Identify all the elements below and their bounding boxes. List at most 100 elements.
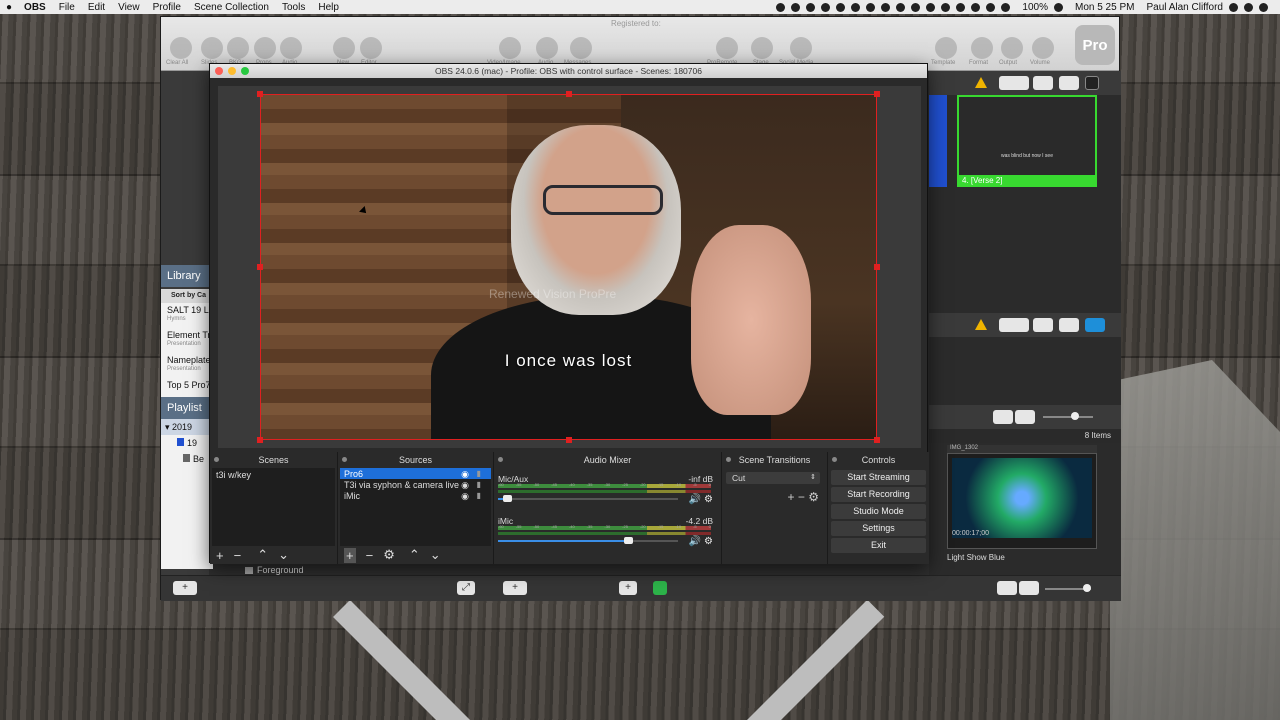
- list-item[interactable]: SALT 19 Lo Hymns: [161, 303, 213, 328]
- apple-menu-icon[interactable]: ●: [6, 2, 12, 13]
- status-icon-11[interactable]: [926, 2, 936, 12]
- playlist-row[interactable]: 19: [161, 435, 213, 451]
- timer-dropdown[interactable]: [999, 318, 1029, 332]
- table-view-button[interactable]: [1059, 318, 1079, 332]
- lock-icon[interactable]: ▮: [477, 480, 481, 489]
- warning-icon[interactable]: [975, 319, 987, 330]
- dock-pin-icon[interactable]: [342, 457, 347, 462]
- source-properties-gear-icon[interactable]: ⚙: [383, 547, 395, 563]
- flag-icon[interactable]: [1053, 2, 1063, 12]
- bottom-zoom-knob[interactable]: [1083, 584, 1091, 592]
- scene-item[interactable]: t3i w/key: [212, 468, 335, 482]
- clear-bkgs-icon[interactable]: [227, 37, 249, 59]
- add-transition-icon[interactable]: +: [788, 490, 795, 504]
- add-source-icon[interactable]: +: [344, 547, 356, 563]
- live-video-icon[interactable]: [653, 581, 667, 595]
- close-window-icon[interactable]: [215, 67, 223, 75]
- clear-props-icon[interactable]: [254, 37, 276, 59]
- clear-slides-icon[interactable]: [201, 37, 223, 59]
- exit-button[interactable]: Exit: [831, 538, 926, 553]
- move-source-up-icon[interactable]: ⌃: [409, 547, 420, 563]
- lock-icon[interactable]: ▮: [477, 491, 481, 500]
- transform-handle-bottom-left[interactable]: [257, 437, 263, 443]
- new-document-icon[interactable]: [333, 37, 355, 59]
- playlist-header[interactable]: Playlist: [161, 397, 213, 419]
- add-slide-button[interactable]: +: [619, 581, 637, 595]
- battery-percent[interactable]: 100%: [1022, 2, 1048, 13]
- menu-help[interactable]: Help: [318, 2, 339, 13]
- format-icon[interactable]: [971, 37, 993, 59]
- dock-pin-icon[interactable]: [498, 457, 503, 462]
- start-streaming-button[interactable]: Start Streaming: [831, 470, 926, 485]
- media-mode-button[interactable]: [1085, 318, 1105, 332]
- wifi-icon[interactable]: [1001, 2, 1011, 12]
- start-recording-button[interactable]: Start Recording: [831, 487, 926, 502]
- library-header[interactable]: Library: [161, 265, 213, 287]
- grid-view-button[interactable]: [1033, 76, 1053, 90]
- close-view-button[interactable]: [1085, 76, 1099, 90]
- menu-tools[interactable]: Tools: [282, 2, 305, 13]
- gear-icon[interactable]: ⚙: [704, 494, 713, 505]
- list-view-button[interactable]: [1015, 410, 1035, 424]
- volume-slider[interactable]: [498, 495, 678, 502]
- move-scene-up-icon[interactable]: ⌃: [257, 547, 268, 563]
- source-item[interactable]: Pro6 ◉ ▮: [340, 468, 491, 479]
- clear-audio-icon[interactable]: [280, 37, 302, 59]
- status-icon-1[interactable]: [776, 2, 786, 12]
- status-icon-8[interactable]: [881, 2, 891, 12]
- transform-handle-top-left[interactable]: [257, 91, 263, 97]
- status-icon-10[interactable]: [911, 2, 921, 12]
- siri-icon[interactable]: [1244, 2, 1253, 12]
- menu-scene-collection[interactable]: Scene Collection: [194, 2, 269, 13]
- social-media-icon[interactable]: [790, 37, 812, 59]
- status-icon-5[interactable]: [836, 2, 846, 12]
- playlist-row[interactable]: Be: [161, 451, 213, 467]
- volume-toolbar-icon[interactable]: [1032, 37, 1054, 59]
- dock-pin-icon[interactable]: [214, 457, 219, 462]
- foreground-layer-label[interactable]: Foreground: [257, 565, 304, 575]
- status-icon-6[interactable]: [851, 2, 861, 12]
- volume-slider-knob[interactable]: [503, 495, 512, 502]
- list-view-button[interactable]: [1019, 581, 1039, 595]
- notification-center-icon[interactable]: [1259, 2, 1268, 12]
- settings-button[interactable]: Settings: [831, 521, 926, 536]
- gear-icon[interactable]: ⚙: [704, 536, 713, 547]
- studio-mode-button[interactable]: Studio Mode: [831, 504, 926, 519]
- transform-handle-top[interactable]: [566, 91, 572, 97]
- eye-icon[interactable]: ◉: [461, 491, 469, 501]
- grid-view-button[interactable]: [993, 410, 1013, 424]
- move-scene-down-icon[interactable]: ⌄: [278, 547, 289, 563]
- lock-icon[interactable]: ▮: [477, 469, 481, 478]
- program-preview-video[interactable]: Renewed Vision ProPre I once was lost: [260, 94, 877, 440]
- volume-slider[interactable]: [498, 537, 678, 544]
- grid-view-button[interactable]: [997, 581, 1017, 595]
- timer-dropdown[interactable]: [999, 76, 1029, 90]
- move-source-down-icon[interactable]: ⌄: [430, 547, 441, 563]
- dock-pin-icon[interactable]: [726, 457, 731, 462]
- messages-icon[interactable]: [570, 37, 592, 59]
- audio-bin-icon[interactable]: [536, 37, 558, 59]
- library-sort-header[interactable]: Sort by Ca: [161, 289, 213, 303]
- airplay-icon[interactable]: [956, 2, 966, 12]
- add-scene-icon[interactable]: +: [216, 548, 224, 563]
- status-icon-9[interactable]: [896, 2, 906, 12]
- speaker-icon[interactable]: 🔊: [689, 494, 701, 505]
- warning-icon[interactable]: [975, 77, 987, 88]
- clear-all-icon[interactable]: [170, 37, 192, 59]
- transition-select[interactable]: Cut ⇕: [726, 472, 820, 484]
- menu-app-obs[interactable]: OBS: [24, 2, 46, 13]
- table-view-button[interactable]: [1059, 76, 1079, 90]
- menu-file[interactable]: File: [59, 2, 75, 13]
- status-icon-4[interactable]: [821, 2, 831, 12]
- obs-preview-area[interactable]: Renewed Vision ProPre I once was lost: [218, 86, 921, 448]
- source-item[interactable]: T3i via syphon & camera live ◉ ▮: [340, 479, 491, 490]
- status-icon-3[interactable]: [806, 2, 816, 12]
- zoom-slider[interactable]: [1043, 416, 1093, 418]
- status-icon-7[interactable]: [866, 2, 876, 12]
- display-icon[interactable]: [941, 2, 951, 12]
- speaker-icon[interactable]: 🔊: [689, 536, 701, 547]
- menu-edit[interactable]: Edit: [88, 2, 105, 13]
- minimize-window-icon[interactable]: [228, 67, 236, 75]
- grid-view-button[interactable]: [1033, 318, 1053, 332]
- source-item[interactable]: iMic ◉ ▮: [340, 490, 491, 501]
